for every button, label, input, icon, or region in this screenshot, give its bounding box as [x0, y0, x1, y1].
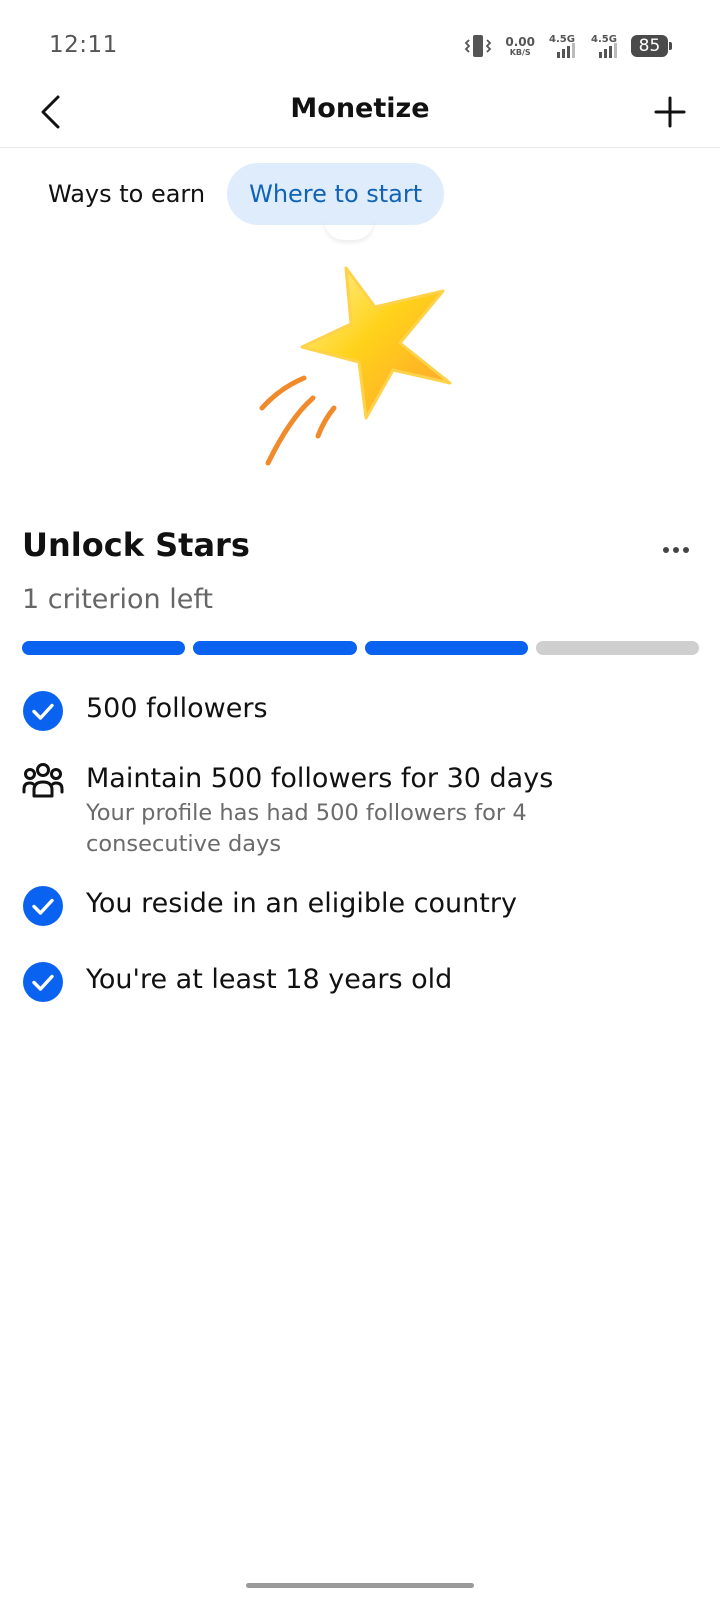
home-indicator[interactable] [246, 1583, 474, 1588]
criteria-progress-bar [22, 641, 699, 655]
followers-group-icon [22, 763, 64, 798]
sim2-label: 4.5G [591, 34, 617, 45]
status-time: 12:11 [49, 32, 118, 58]
sim1-label: 4.5G [549, 34, 575, 45]
signal-sim1-icon: 4.5G [549, 34, 575, 58]
criterion-text: 500 followers [86, 690, 268, 728]
criterion-detail: Your profile has had 500 followers for 4… [86, 800, 527, 857]
check-circle-icon [23, 962, 63, 1002]
more-options-button[interactable] [658, 538, 694, 562]
app-header: Monetize [0, 80, 720, 148]
page-title: Monetize [290, 93, 430, 124]
criterion-item-country: You reside in an eligible country [22, 885, 702, 927]
more-dot-icon [663, 547, 669, 553]
battery-indicator: 85 [631, 35, 672, 57]
signal-sim2-icon: 4.5G [591, 34, 617, 58]
criterion-label: 500 followers [86, 693, 268, 724]
criterion-label: You reside in an eligible country [86, 888, 517, 919]
criterion-item-followers: 500 followers [22, 690, 702, 732]
network-speed: 0.00 KB/S [505, 36, 535, 57]
criterion-text: You reside in an eligible country [86, 885, 517, 923]
criterion-label: You're at least 18 years old [86, 964, 453, 995]
progress-segment-complete [364, 641, 528, 655]
criterion-text: Maintain 500 followers for 30 days Your … [86, 760, 646, 860]
criterion-text: You're at least 18 years old [86, 961, 452, 999]
more-dot-icon [683, 547, 689, 553]
vibrate-icon [465, 35, 492, 57]
add-button[interactable] [648, 90, 692, 134]
progress-segment-remaining [535, 641, 699, 655]
network-speed-unit: KB/S [509, 47, 531, 57]
status-icons: 0.00 KB/S 4.5G 4.5G 85 [463, 32, 672, 60]
criterion-item-age: You're at least 18 years old [22, 961, 702, 1003]
network-speed-value: 0.00 [505, 34, 535, 49]
criteria-remaining-text: 1 criterion left [22, 584, 213, 615]
check-circle-icon [23, 886, 63, 926]
progress-segment-complete [193, 641, 357, 655]
section-title: Unlock Stars [22, 526, 250, 564]
more-dot-icon [673, 547, 679, 553]
monetize-screen: 12:11 0.00 KB/S 4.5G 4.5G 85 Monetize Wa… [0, 0, 720, 1600]
criterion-item-maintain-followers: Maintain 500 followers for 30 days Your … [22, 760, 702, 860]
status-bar: 12:11 0.00 KB/S 4.5G 4.5G 85 [0, 0, 720, 92]
plus-icon [654, 96, 686, 128]
shooting-star-icon [259, 266, 452, 466]
progress-segment-complete [22, 641, 186, 655]
check-circle-icon [23, 691, 63, 731]
tab-ways-to-earn[interactable]: Ways to earn [26, 163, 227, 225]
tab-bar: Ways to earn Where to start [26, 162, 445, 226]
criterion-label: Maintain 500 followers for 30 days [86, 763, 554, 794]
unlock-stars-illustration [240, 228, 480, 478]
tab-where-to-start[interactable]: Where to start [227, 163, 445, 225]
